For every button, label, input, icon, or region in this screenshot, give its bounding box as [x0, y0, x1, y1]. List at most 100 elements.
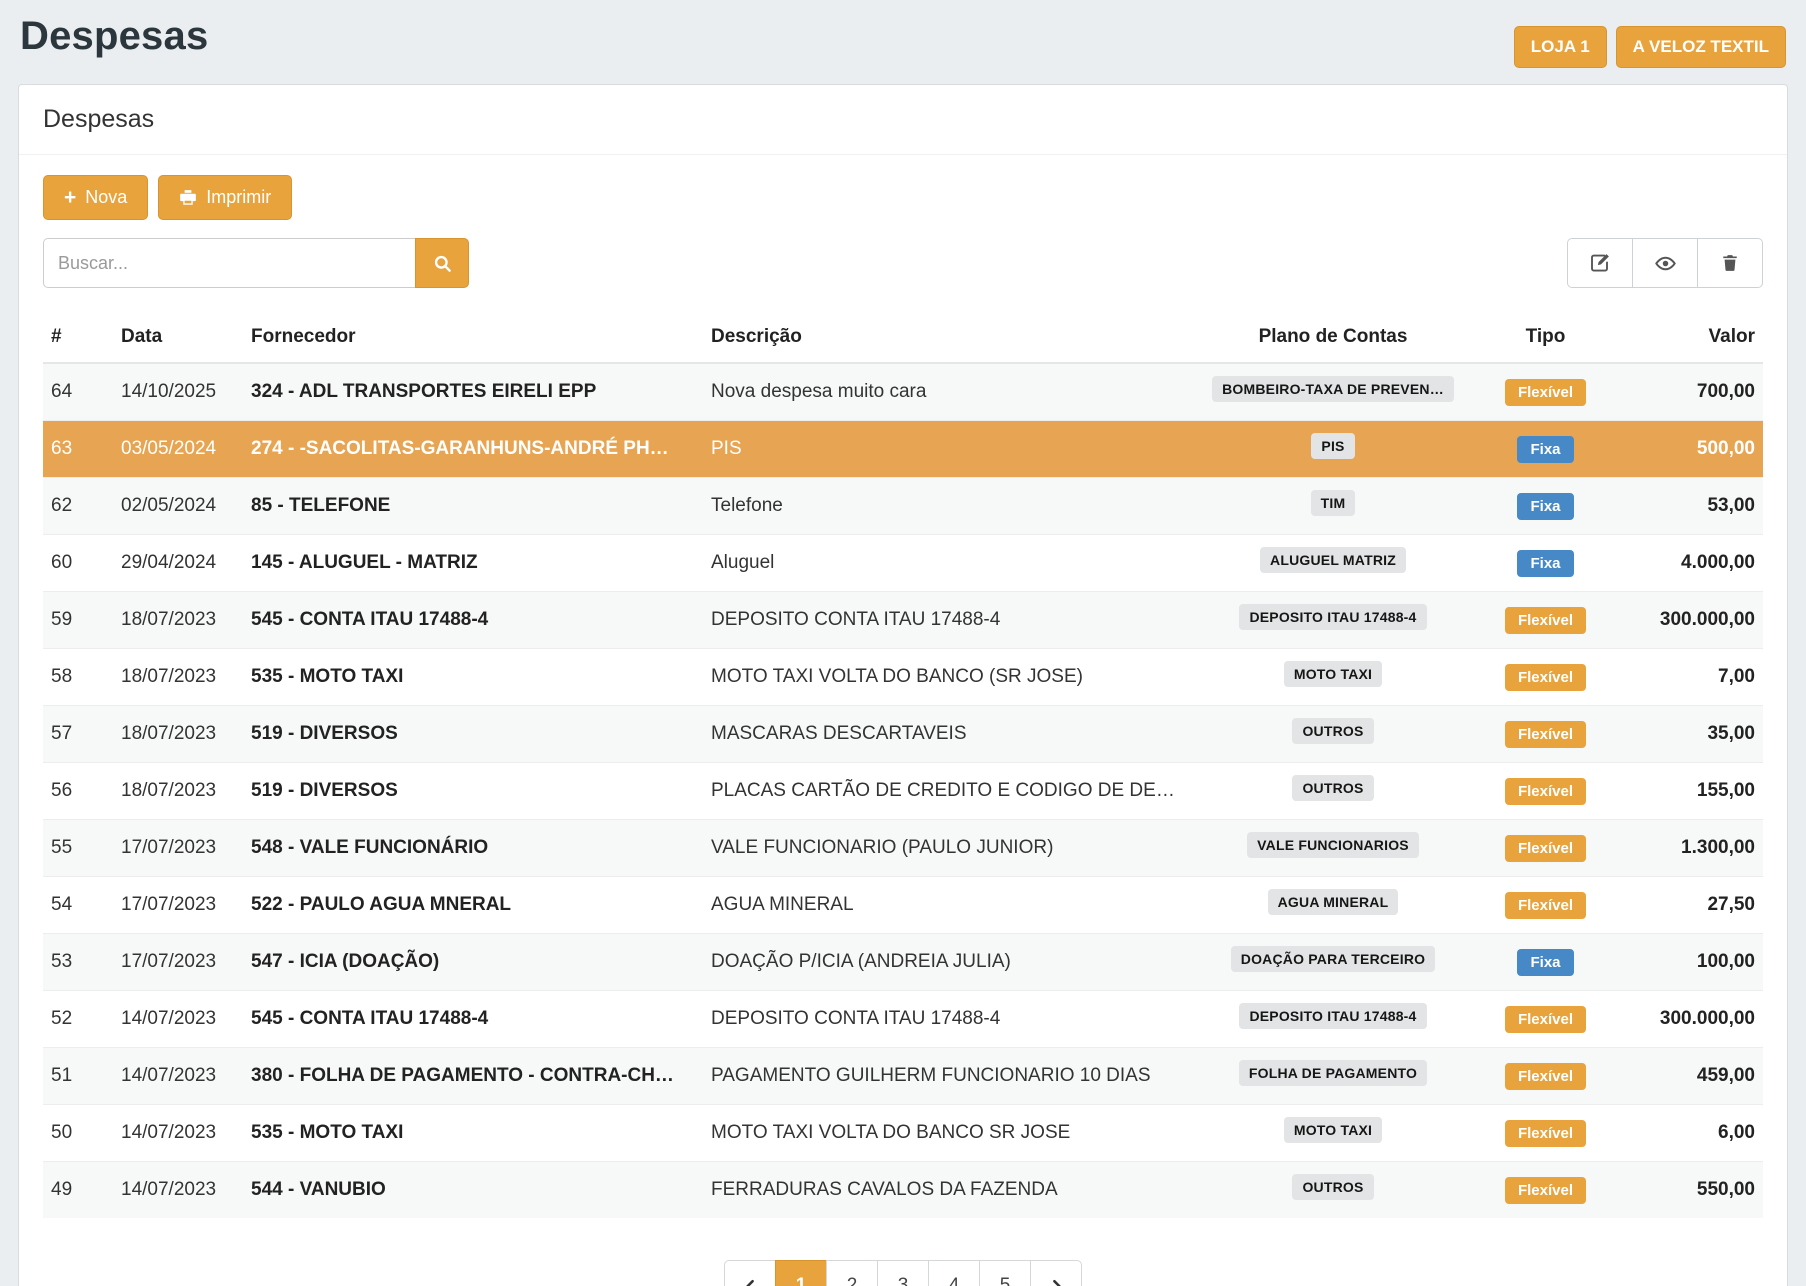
table-row[interactable]: 54 17/07/2023 522 - PAULO AGUA MNERAL AG…	[43, 877, 1763, 934]
store-button[interactable]: LOJA 1	[1514, 26, 1607, 68]
row-supplier: 519 - DIVERSOS	[243, 706, 703, 763]
edit-button[interactable]	[1567, 238, 1633, 288]
row-id: 49	[43, 1162, 113, 1219]
table-row[interactable]: 53 17/07/2023 547 - ICIA (DOAÇÃO) DOAÇÃO…	[43, 934, 1763, 991]
page-button-4[interactable]: 4	[928, 1260, 980, 1286]
row-supplier: 535 - MOTO TAXI	[243, 649, 703, 706]
row-plan-cell: OUTROS	[1183, 1162, 1483, 1219]
table-row[interactable]: 58 18/07/2023 535 - MOTO TAXI MOTO TAXI …	[43, 649, 1763, 706]
table-row[interactable]: 63 03/05/2024 274 - -SACOLITAS-GARANHUNS…	[43, 421, 1763, 478]
row-plan-cell: FOLHA DE PAGAMENTO	[1183, 1048, 1483, 1105]
page-title: Despesas	[20, 14, 208, 59]
table-row[interactable]: 50 14/07/2023 535 - MOTO TAXI MOTO TAXI …	[43, 1105, 1763, 1162]
table-row[interactable]: 51 14/07/2023 380 - FOLHA DE PAGAMENTO -…	[43, 1048, 1763, 1105]
company-button[interactable]: A VELOZ TEXTIL	[1616, 26, 1786, 68]
table-row[interactable]: 62 02/05/2024 85 - TELEFONE Telefone TIM…	[43, 478, 1763, 535]
column-header-value: Valor	[1608, 314, 1763, 363]
row-value: 155,00	[1608, 763, 1763, 820]
table-row[interactable]: 64 14/10/2025 324 - ADL TRANSPORTES EIRE…	[43, 363, 1763, 421]
search-group	[43, 238, 469, 288]
type-badge: Flexível	[1505, 1177, 1586, 1204]
row-date: 18/07/2023	[113, 706, 243, 763]
search-input[interactable]	[43, 238, 415, 288]
row-supplier: 324 - ADL TRANSPORTES EIRELI EPP	[243, 363, 703, 421]
search-button[interactable]	[415, 238, 469, 288]
row-description: Nova despesa muito cara	[703, 363, 1183, 421]
row-type-cell: Flexível	[1483, 649, 1608, 706]
type-badge: Fixa	[1517, 550, 1573, 577]
row-value: 300.000,00	[1608, 991, 1763, 1048]
table-row[interactable]: 56 18/07/2023 519 - DIVERSOS PLACAS CART…	[43, 763, 1763, 820]
expenses-card: Despesas + Nova Imprimir	[18, 84, 1788, 1286]
row-description: MOTO TAXI VOLTA DO BANCO SR JOSE	[703, 1105, 1183, 1162]
row-description: MASCARAS DESCARTAVEIS	[703, 706, 1183, 763]
table-row[interactable]: 52 14/07/2023 545 - CONTA ITAU 17488-4 D…	[43, 991, 1763, 1048]
imprimir-button[interactable]: Imprimir	[158, 175, 292, 220]
row-supplier: 544 - VANUBIO	[243, 1162, 703, 1219]
row-date: 17/07/2023	[113, 877, 243, 934]
next-page-button[interactable]	[1030, 1260, 1082, 1286]
row-date: 14/07/2023	[113, 1105, 243, 1162]
delete-button[interactable]	[1697, 238, 1763, 288]
row-description: Telefone	[703, 478, 1183, 535]
row-description: PAGAMENTO GUILHERM FUNCIONARIO 10 DIAS	[703, 1048, 1183, 1105]
row-id: 54	[43, 877, 113, 934]
page: Despesas LOJA 1 A VELOZ TEXTIL Despesas …	[0, 0, 1806, 1286]
page-button-2[interactable]: 2	[826, 1260, 878, 1286]
nova-button[interactable]: + Nova	[43, 175, 148, 220]
table-row[interactable]: 55 17/07/2023 548 - VALE FUNCIONÁRIO VAL…	[43, 820, 1763, 877]
row-value: 459,00	[1608, 1048, 1763, 1105]
table-row[interactable]: 49 14/07/2023 544 - VANUBIO FERRADURAS C…	[43, 1162, 1763, 1219]
row-value: 550,00	[1608, 1162, 1763, 1219]
row-supplier: 548 - VALE FUNCIONÁRIO	[243, 820, 703, 877]
table-row[interactable]: 57 18/07/2023 519 - DIVERSOS MASCARAS DE…	[43, 706, 1763, 763]
type-badge: Flexível	[1505, 721, 1586, 748]
row-id: 55	[43, 820, 113, 877]
page-button-5[interactable]: 5	[979, 1260, 1031, 1286]
plan-badge: DEPOSITO ITAU 17488-4	[1239, 604, 1426, 630]
type-badge: Fixa	[1517, 949, 1573, 976]
row-supplier: 145 - ALUGUEL - MATRIZ	[243, 535, 703, 592]
row-type-cell: Flexível	[1483, 1105, 1608, 1162]
plan-badge: MOTO TAXI	[1284, 1117, 1382, 1143]
card-header: Despesas	[19, 85, 1787, 155]
row-type-cell: Fixa	[1483, 934, 1608, 991]
column-header-id: #	[43, 314, 113, 363]
row-value: 4.000,00	[1608, 535, 1763, 592]
row-type-cell: Fixa	[1483, 421, 1608, 478]
trash-icon	[1721, 254, 1739, 272]
plan-badge: ALUGUEL MATRIZ	[1260, 547, 1406, 573]
type-badge: Flexível	[1505, 892, 1586, 919]
view-button[interactable]	[1632, 238, 1698, 288]
plan-badge: BOMBEIRO-TAXA DE PREVEN…	[1212, 376, 1454, 402]
row-supplier: 274 - -SACOLITAS-GARANHUNS-ANDRÉ PH…	[243, 421, 703, 478]
table-row[interactable]: 60 29/04/2024 145 - ALUGUEL - MATRIZ Alu…	[43, 535, 1763, 592]
row-date: 18/07/2023	[113, 649, 243, 706]
row-date: 17/07/2023	[113, 820, 243, 877]
row-type-cell: Flexível	[1483, 1048, 1608, 1105]
table-row[interactable]: 59 18/07/2023 545 - CONTA ITAU 17488-4 D…	[43, 592, 1763, 649]
row-id: 59	[43, 592, 113, 649]
page-header: Despesas LOJA 1 A VELOZ TEXTIL	[20, 14, 1786, 68]
edit-icon	[1590, 253, 1610, 273]
page-button-3[interactable]: 3	[877, 1260, 929, 1286]
row-value: 7,00	[1608, 649, 1763, 706]
column-header-date: Data	[113, 314, 243, 363]
row-plan-cell: OUTROS	[1183, 706, 1483, 763]
row-actions-group	[1567, 238, 1763, 288]
plan-badge: OUTROS	[1292, 1174, 1373, 1200]
row-supplier: 380 - FOLHA DE PAGAMENTO - CONTRA-CH…	[243, 1048, 703, 1105]
row-plan-cell: DOAÇÃO PARA TERCEIRO	[1183, 934, 1483, 991]
prev-page-button[interactable]	[724, 1260, 776, 1286]
controls-row	[43, 238, 1763, 288]
row-description: DEPOSITO CONTA ITAU 17488-4	[703, 991, 1183, 1048]
page-button-1[interactable]: 1	[775, 1260, 827, 1286]
expenses-table-body: 64 14/10/2025 324 - ADL TRANSPORTES EIRE…	[43, 363, 1763, 1218]
row-id: 53	[43, 934, 113, 991]
type-badge: Flexível	[1505, 664, 1586, 691]
type-badge: Fixa	[1517, 436, 1573, 463]
top-buttons: LOJA 1 A VELOZ TEXTIL	[1514, 26, 1786, 68]
row-id: 52	[43, 991, 113, 1048]
row-supplier: 522 - PAULO AGUA MNERAL	[243, 877, 703, 934]
plan-badge: DOAÇÃO PARA TERCEIRO	[1231, 946, 1435, 972]
